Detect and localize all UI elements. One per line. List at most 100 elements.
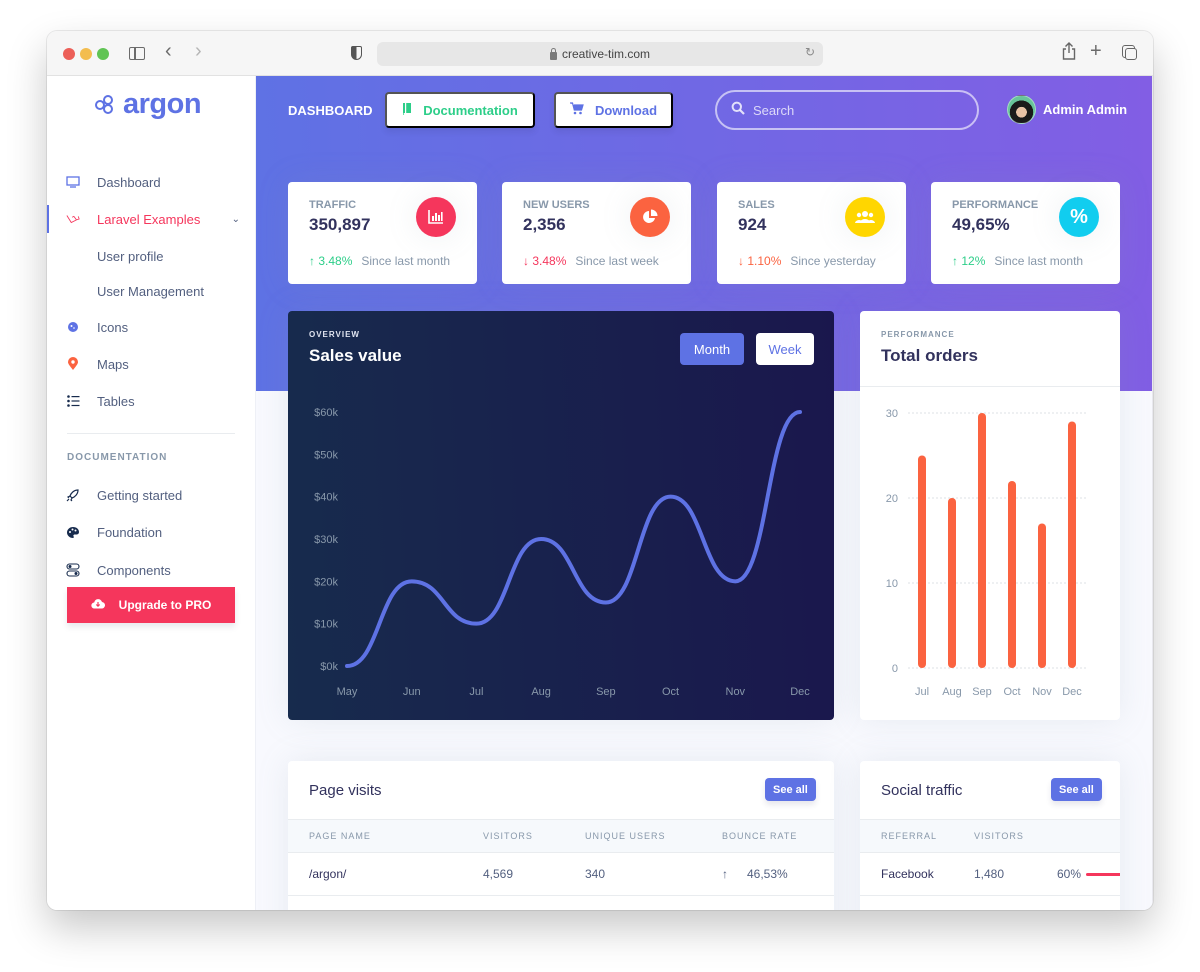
- y-tick-label: $30k: [314, 534, 338, 546]
- unique-users-cell: 340: [585, 867, 606, 881]
- sidebar-divider: [67, 433, 235, 434]
- stat-title: PERFORMANCE: [952, 199, 1039, 211]
- sidebar-item-dashboard[interactable]: Dashboard: [47, 164, 256, 200]
- column-header[interactable]: BOUNCE RATE: [722, 831, 797, 841]
- bar-nov: [1038, 523, 1046, 668]
- orders-bar-chart: 0 10 20 30 Jul Aug Sep Oct Nov Dec: [886, 408, 1088, 698]
- chevron-down-icon[interactable]: ⌄: [232, 214, 240, 225]
- laravel-icon: [66, 212, 80, 226]
- card-kicker: OVERVIEW: [309, 330, 360, 339]
- y-tick-label: 0: [892, 663, 898, 675]
- sidebar-toggle-icon[interactable]: [129, 47, 145, 60]
- sidebar-item-icons[interactable]: Icons: [47, 309, 256, 345]
- search-icon: [731, 101, 745, 120]
- card-title: Social traffic: [881, 782, 963, 799]
- cart-icon: [569, 102, 584, 118]
- column-header[interactable]: VISITORS: [974, 831, 1024, 841]
- bar-oct: [1008, 481, 1016, 668]
- x-tick-label: Jul: [469, 686, 483, 698]
- y-tick-label: 30: [886, 408, 898, 420]
- visitors-cell: 1,480: [974, 867, 1005, 881]
- card-title: Sales value: [309, 346, 402, 365]
- sidebar-item-tables[interactable]: Tables: [47, 383, 256, 419]
- sales-series-line: [345, 410, 802, 668]
- sidebar-item-getting-started[interactable]: Getting started: [47, 477, 256, 513]
- back-icon[interactable]: ‹: [165, 40, 172, 62]
- close-window-button[interactable]: [63, 48, 75, 60]
- stat-value: 49,65%: [952, 215, 1010, 234]
- y-tick-label: 10: [886, 578, 898, 590]
- reload-icon[interactable]: ↻: [805, 45, 815, 59]
- minimize-window-button[interactable]: [80, 48, 92, 60]
- planet-icon: [66, 320, 80, 334]
- page-title[interactable]: DASHBOARD: [288, 103, 373, 118]
- x-tick-label: Dec: [1062, 686, 1082, 698]
- column-header[interactable]: UNIQUE USERS: [585, 831, 666, 841]
- rocket-icon: [66, 488, 80, 502]
- stat-value: 350,897: [309, 215, 371, 234]
- bounce-rate-cell: 46,53%: [747, 867, 788, 881]
- sidebar-item-laravel-examples[interactable]: Laravel Examples ⌄: [47, 201, 256, 237]
- visitors-cell: 4,569: [483, 867, 514, 881]
- page-visits-see-all-button[interactable]: See all: [765, 778, 816, 801]
- sidebar-item-components[interactable]: Components: [47, 552, 256, 588]
- x-tick-label: Oct: [1003, 686, 1020, 698]
- sidebar-item-user-management[interactable]: User Management: [47, 273, 256, 309]
- x-tick-label: Jul: [915, 686, 929, 698]
- stat-footer: ↑ 3.48% Since last month: [309, 254, 450, 268]
- avatar: [1007, 95, 1036, 124]
- social-traffic-see-all-button[interactable]: See all: [1051, 778, 1102, 801]
- share-icon[interactable]: [1062, 42, 1076, 67]
- sidebar-item-maps[interactable]: Maps: [47, 346, 256, 382]
- table-header: REFERRAL VISITORS: [860, 819, 1120, 853]
- logo[interactable]: argon: [95, 88, 202, 121]
- privacy-shield-icon[interactable]: [351, 46, 362, 60]
- x-tick-label: Aug: [942, 686, 962, 698]
- column-header[interactable]: REFERRAL: [881, 831, 937, 841]
- window-edge: [1152, 76, 1153, 910]
- stat-since: Since yesterday: [790, 254, 876, 268]
- week-toggle-button[interactable]: Week: [756, 333, 814, 365]
- address-bar[interactable]: creative-tim.com ↻: [377, 42, 823, 66]
- y-tick-label: $10k: [314, 619, 338, 631]
- upgrade-label: Upgrade to PRO: [118, 598, 212, 612]
- x-tick-label: Nov: [1032, 686, 1052, 698]
- stat-card-performance: PERFORMANCE 49,65% % ↑ 12% Since last mo…: [931, 182, 1120, 284]
- y-tick-label: $0k: [320, 661, 338, 673]
- forward-icon[interactable]: ›: [195, 40, 202, 62]
- referral-cell: Facebook: [881, 867, 934, 881]
- card-title: Total orders: [881, 346, 978, 365]
- documentation-button[interactable]: Documentation: [385, 92, 535, 128]
- search-field[interactable]: [715, 90, 979, 130]
- bullet-list-icon: [66, 394, 80, 408]
- table-row: Facebook 1,480 60%: [860, 853, 1120, 896]
- new-tab-icon[interactable]: +: [1090, 40, 1102, 62]
- maximize-window-button[interactable]: [97, 48, 109, 60]
- x-tick-label: Sep: [596, 686, 616, 698]
- stat-footer: ↑ 12% Since last month: [952, 254, 1083, 268]
- user-menu[interactable]: Admin Admin: [1007, 95, 1127, 124]
- url-text: creative-tim.com: [561, 47, 650, 61]
- total-orders-card: PERFORMANCE Total orders 0 10 20 30 Jul Aug Se…: [860, 311, 1120, 720]
- column-header[interactable]: PAGE NAME: [309, 831, 371, 841]
- upgrade-to-pro-button[interactable]: Upgrade to PRO: [67, 587, 235, 623]
- sidebar-item-user-profile[interactable]: User profile: [47, 238, 256, 274]
- column-header[interactable]: VISITORS: [483, 831, 533, 841]
- ui-components-icon: [66, 563, 80, 577]
- argon-logo-icon: [95, 94, 117, 115]
- bar-chart-icon: [416, 197, 456, 237]
- sidebar-item-foundation[interactable]: Foundation: [47, 514, 256, 550]
- social-traffic-card: Social traffic See all REFERRAL VISITORS…: [860, 761, 1120, 910]
- stat-title: SALES: [738, 199, 775, 211]
- tab-overview-icon[interactable]: [1122, 45, 1137, 60]
- y-tick-label: $20k: [314, 576, 338, 588]
- download-button[interactable]: Download: [554, 92, 673, 128]
- sidebar: argon Dashboard Laravel Examples ⌄ User …: [47, 76, 256, 910]
- x-tick-label: Aug: [531, 686, 551, 698]
- palette-icon: [66, 525, 80, 539]
- tv-icon: [66, 175, 80, 189]
- month-toggle-button[interactable]: Month: [680, 333, 744, 365]
- search-input[interactable]: [753, 102, 953, 118]
- stat-value: 2,356: [523, 215, 566, 234]
- users-icon: [845, 197, 885, 237]
